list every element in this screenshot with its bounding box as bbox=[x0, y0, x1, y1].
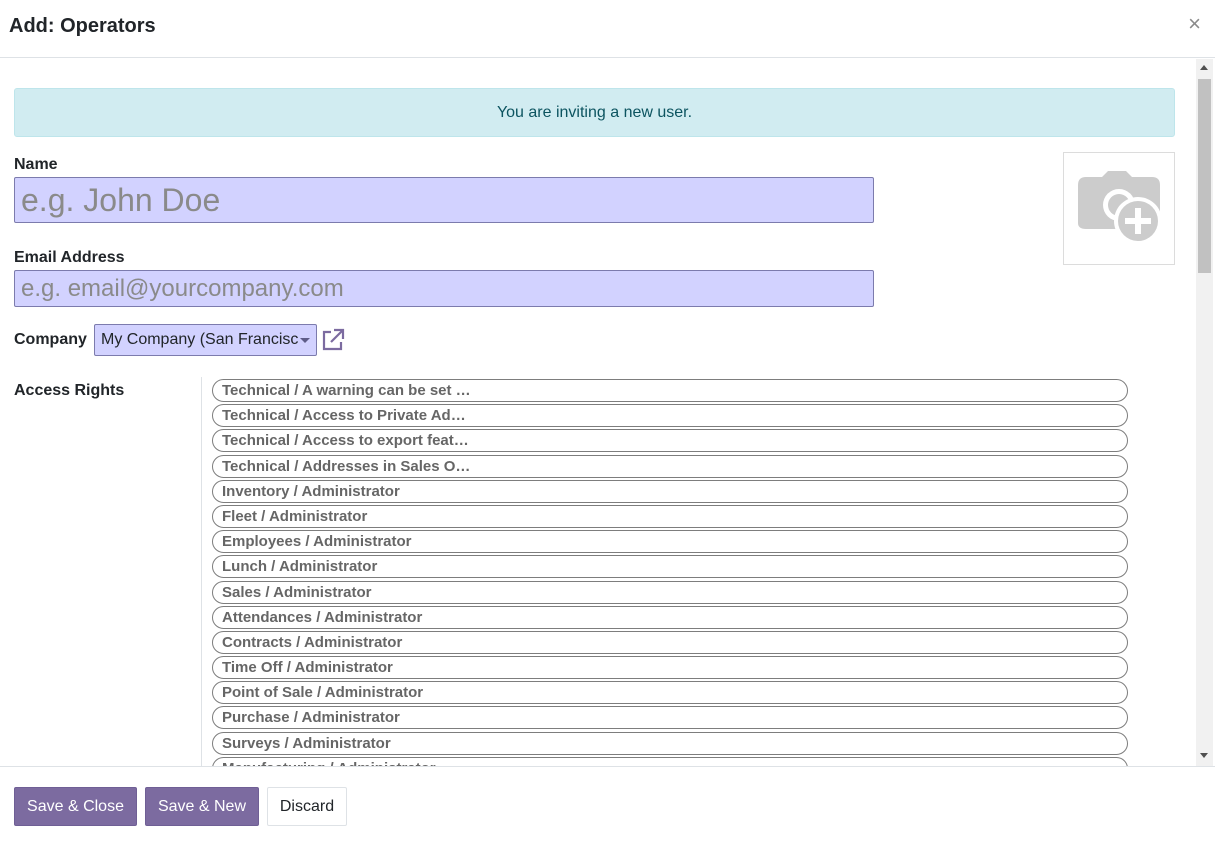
dialog-footer: Save & Close Save & New Discard bbox=[0, 766, 1215, 841]
caret-down-icon bbox=[300, 338, 310, 343]
name-label: Name bbox=[14, 156, 58, 173]
company-label: Company bbox=[14, 331, 87, 348]
save-new-button[interactable]: Save & New bbox=[145, 787, 259, 826]
name-input[interactable]: e.g. John Doe bbox=[14, 177, 874, 223]
access-right-tag[interactable]: Technical / Access to Private Ad… bbox=[212, 404, 1128, 428]
dialog-header: Add: Operators × bbox=[0, 0, 1215, 58]
access-right-tag[interactable]: Sales / Administrator bbox=[212, 580, 1128, 604]
access-right-tag[interactable]: Manufacturing / Administrator bbox=[212, 756, 1128, 766]
access-rights-list: Technical / A warning can be set … Techn… bbox=[212, 379, 1128, 766]
divider bbox=[201, 377, 202, 766]
email-label: Email Address bbox=[14, 249, 125, 266]
avatar-upload[interactable] bbox=[1063, 152, 1175, 265]
discard-button[interactable]: Discard bbox=[267, 787, 347, 826]
access-right-tag[interactable]: Employees / Administrator bbox=[212, 530, 1128, 554]
access-right-tag[interactable]: Fleet / Administrator bbox=[212, 504, 1128, 528]
access-right-tag[interactable]: Surveys / Administrator bbox=[212, 731, 1128, 755]
access-right-tag[interactable]: Contracts / Administrator bbox=[212, 630, 1128, 654]
access-right-tag[interactable]: Time Off / Administrator bbox=[212, 656, 1128, 680]
company-value: My Company (San Francisco) bbox=[101, 331, 299, 348]
external-link-icon[interactable] bbox=[320, 327, 346, 353]
close-icon[interactable]: × bbox=[1188, 12, 1201, 36]
dialog-body: You are inviting a new user. Name e.g. J… bbox=[0, 59, 1215, 766]
email-input[interactable]: e.g. email@yourcompany.com bbox=[14, 270, 874, 307]
access-rights-label: Access Rights bbox=[14, 382, 125, 399]
company-select[interactable]: My Company (San Francisco) bbox=[94, 324, 317, 356]
access-right-tag[interactable]: Purchase / Administrator bbox=[212, 706, 1128, 730]
access-right-tag[interactable]: Lunch / Administrator bbox=[212, 555, 1128, 579]
alert-text: You are inviting a new user. bbox=[496, 103, 693, 121]
vertical-scrollbar[interactable] bbox=[1196, 59, 1213, 766]
access-right-tag[interactable]: Technical / Access to export feat… bbox=[212, 429, 1128, 453]
scroll-up-arrow-icon[interactable] bbox=[1200, 65, 1208, 70]
save-close-button[interactable]: Save & Close bbox=[14, 787, 137, 826]
info-alert: You are inviting a new user. bbox=[14, 88, 1175, 137]
access-right-tag[interactable]: Attendances / Administrator bbox=[212, 605, 1128, 629]
access-right-tag[interactable]: Technical / A warning can be set … bbox=[212, 379, 1128, 402]
dialog-title: Add: Operators bbox=[9, 15, 156, 37]
scroll-down-arrow-icon[interactable] bbox=[1200, 753, 1208, 758]
scroll-thumb[interactable] bbox=[1198, 79, 1211, 273]
access-right-tag[interactable]: Point of Sale / Administrator bbox=[212, 681, 1128, 705]
access-right-tag[interactable]: Inventory / Administrator bbox=[212, 479, 1128, 503]
access-right-tag[interactable]: Technical / Addresses in Sales O… bbox=[212, 454, 1128, 478]
camera-plus-icon bbox=[1078, 170, 1162, 245]
